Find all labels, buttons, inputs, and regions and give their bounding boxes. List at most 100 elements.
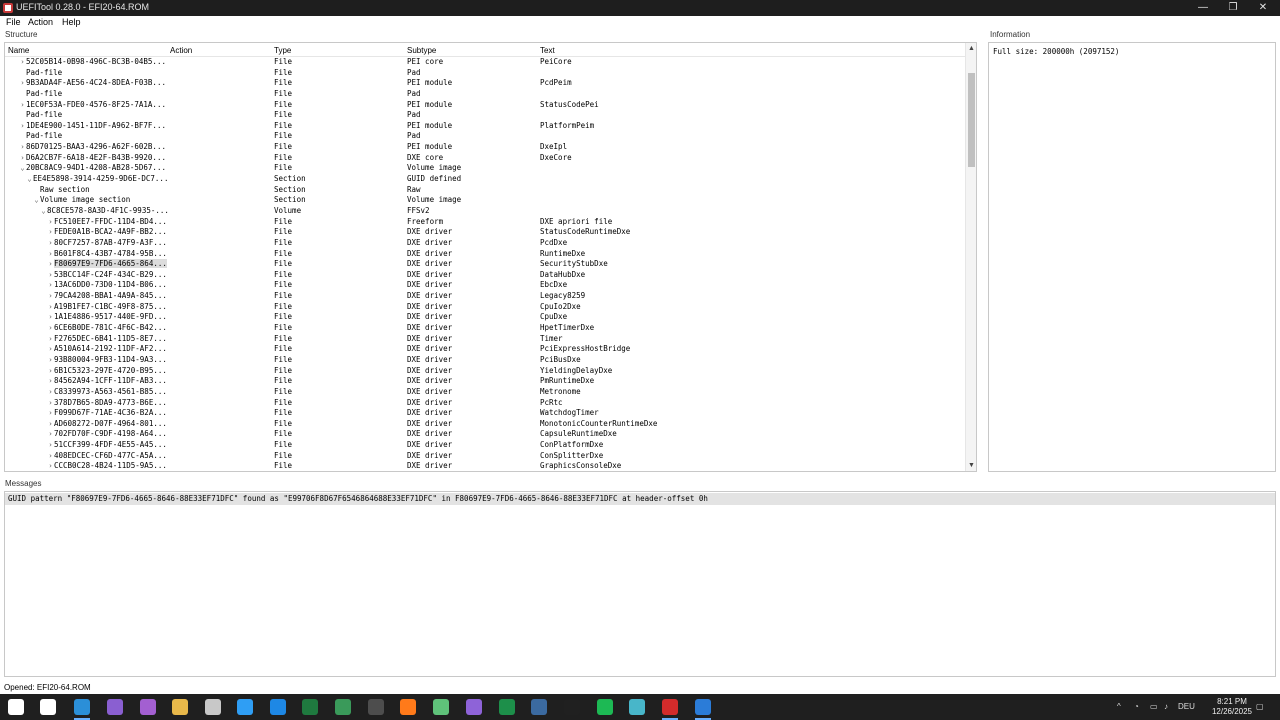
tree-row[interactable]: ›1A1E4886-9517-440E-9FD... File DXE driver… (5, 312, 967, 323)
minimize-button[interactable]: — (1188, 0, 1218, 16)
restore-button[interactable]: ❐ (1218, 0, 1248, 16)
collapsed-chevron-icon[interactable]: › (47, 408, 54, 419)
collapsed-chevron-icon[interactable]: › (47, 366, 54, 377)
tree-row[interactable]: ›378D7B65-8DA9-4773-B6E... File DXE driver… (5, 398, 967, 409)
menu-file[interactable]: File (6, 17, 21, 27)
file-explorer-icon[interactable] (172, 699, 188, 715)
collapsed-chevron-icon[interactable]: › (47, 334, 54, 345)
column-text[interactable]: Text (540, 46, 555, 55)
collapsed-chevron-icon[interactable]: › (47, 249, 54, 260)
column-name[interactable]: Name (8, 46, 29, 55)
collapsed-chevron-icon[interactable]: › (47, 344, 54, 355)
tree-row[interactable]: ›1DE4E900-1451-11DF-A962-BF7F... File PEI … (5, 121, 967, 132)
app-icon-2[interactable] (270, 699, 286, 715)
column-action[interactable]: Action (170, 46, 192, 55)
collapsed-chevron-icon[interactable]: › (47, 270, 54, 281)
collapsed-chevron-icon[interactable]: › (47, 355, 54, 366)
tree-row[interactable]: ›13AC6DD0-73D0-11D4-B06... File DXE driver… (5, 280, 967, 291)
collapsed-chevron-icon[interactable]: › (47, 429, 54, 440)
app-icon-10[interactable] (695, 699, 711, 715)
column-subtype[interactable]: Subtype (407, 46, 436, 55)
tree-row[interactable]: ›A19B1FE7-C1BC-49F8-875... File DXE driver… (5, 302, 967, 313)
tree-row[interactable]: ›F80697E9-7FD6-4665-864... File DXE driver… (5, 259, 967, 270)
tree-row[interactable]: ›6CE6B0DE-781C-4F6C-B42... File DXE driver… (5, 323, 967, 334)
app-icon-4[interactable] (368, 699, 384, 715)
collapsed-chevron-icon[interactable]: › (47, 323, 54, 334)
collapsed-chevron-icon[interactable]: › (47, 312, 54, 323)
menu-help[interactable]: Help (62, 17, 81, 27)
collapsed-chevron-icon[interactable]: › (47, 461, 54, 471)
messages-list[interactable]: GUID pattern "F80697E9-7FD6-4665-8646-88… (4, 491, 1276, 677)
information-panel[interactable]: Full size: 200000h (2097152) (988, 42, 1276, 472)
tree-row[interactable]: ⌄Volume image section Section Volume image (5, 195, 967, 206)
monitor-tray-icon[interactable]: ▭ (1150, 702, 1158, 711)
collapsed-chevron-icon[interactable]: › (47, 280, 54, 291)
tree-row[interactable]: Pad-file File Pad (5, 131, 967, 142)
collapsed-chevron-icon[interactable]: › (47, 227, 54, 238)
tree-row[interactable]: ›D6A2CB7F-6A18-4E2F-B43B-9920... File DXE … (5, 153, 967, 164)
tree-row[interactable]: ›F099D67F-71AE-4C36-B2A... File DXE driver… (5, 408, 967, 419)
collapsed-chevron-icon[interactable]: › (47, 451, 54, 462)
language-indicator[interactable]: DEU (1178, 702, 1195, 711)
collapsed-chevron-icon[interactable]: › (47, 217, 54, 228)
app-icon-8[interactable] (629, 699, 645, 715)
tree-row[interactable]: ›A510A614-2192-11DF-AF2... File DXE driver… (5, 344, 967, 355)
tree-row[interactable]: Raw section Section Raw (5, 185, 967, 196)
column-type[interactable]: Type (274, 46, 291, 55)
expanded-chevron-icon[interactable]: ⌄ (26, 174, 33, 185)
tree-row[interactable]: Pad-file File Pad (5, 68, 967, 79)
firefox-icon[interactable] (400, 699, 416, 715)
tree-row[interactable]: ›B601F8C4-43B7-4784-95B... File DXE driver… (5, 249, 967, 260)
notifications-icon[interactable]: ▢ (1256, 702, 1264, 711)
app-icon-6[interactable] (466, 699, 482, 715)
network-icon[interactable] (205, 699, 221, 715)
tree-row[interactable]: Pad-file File Pad (5, 89, 967, 100)
app-icon-1[interactable] (74, 699, 90, 715)
tree-row[interactable]: ›702FD70F-C9DF-4198-A64... File DXE driver… (5, 429, 967, 440)
tree-row[interactable]: ›9B3ADA4F-AE56-4C24-8DEA-F03B... File PEI … (5, 78, 967, 89)
tree-row[interactable]: ›AD608272-D07F-4964-801... File DXE driver… (5, 419, 967, 430)
collapsed-chevron-icon[interactable]: › (47, 387, 54, 398)
tree-row[interactable]: ›53BCC14F-C24F-434C-B29... File DXE driver… (5, 270, 967, 281)
tree-row[interactable]: ⌄20BC8AC9-94D1-4208-AB28-5D67... File Volu… (5, 163, 967, 174)
expanded-chevron-icon[interactable]: ⌄ (19, 163, 26, 174)
message-item[interactable]: GUID pattern "F80697E9-7FD6-4665-8646-88… (5, 493, 1275, 505)
scroll-down-icon[interactable]: ▼ (966, 460, 976, 471)
collapsed-chevron-icon[interactable]: › (47, 238, 54, 249)
tree-row[interactable]: ›FEDE0A1B-BCA2-4A9F-BB2... File DXE driver… (5, 227, 967, 238)
vscode-icon[interactable] (237, 699, 253, 715)
tree-row[interactable]: Pad-file File Pad (5, 110, 967, 121)
tree-row[interactable]: ⌄8C8CE578-8A3D-4F1C-9935-... Volume FFSv2 (5, 206, 967, 217)
tree-row[interactable]: ›FC510EE7-FFDC-11D4-BD4... File Freeform DX… (5, 217, 967, 228)
tree-row[interactable]: ›79CA4208-BBA1-4A9A-845... File DXE driver… (5, 291, 967, 302)
app-icon-9[interactable] (662, 699, 678, 715)
tray-chevron-icon[interactable]: ^ (1117, 702, 1121, 711)
visual-studio-preview-icon[interactable] (140, 699, 156, 715)
tree-row[interactable]: ›C8339973-A563-4561-B85... File DXE driver… (5, 387, 967, 398)
collapsed-chevron-icon[interactable]: › (19, 78, 26, 89)
close-button[interactable]: ✕ (1248, 0, 1278, 16)
app-icon-5[interactable] (433, 699, 449, 715)
app-icon-7[interactable] (531, 699, 547, 715)
tree-row[interactable]: ›51CCF399-4FDF-4E55-A45... File DXE driver… (5, 440, 967, 451)
collapsed-chevron-icon[interactable]: › (19, 142, 26, 153)
tree-row[interactable]: ›84562A94-1CFF-11DF-AB3... File DXE driver… (5, 376, 967, 387)
collapsed-chevron-icon[interactable]: › (19, 100, 26, 111)
visual-studio-icon[interactable] (107, 699, 123, 715)
collapsed-chevron-icon[interactable]: › (47, 259, 54, 270)
app-icon-3[interactable] (335, 699, 351, 715)
collapsed-chevron-icon[interactable]: › (47, 419, 54, 430)
collapsed-chevron-icon[interactable]: › (47, 291, 54, 302)
spotify-icon[interactable] (597, 699, 613, 715)
collapsed-chevron-icon[interactable]: › (47, 440, 54, 451)
tree-row[interactable]: ›CCCB0C28-4B24-11D5-9A5... File DXE driver… (5, 461, 967, 471)
tree-row[interactable]: ›86D70125-BAA3-4296-A62F-602B... File PEI … (5, 142, 967, 153)
tree-row[interactable]: ›52C05B14-0B98-496C-BC3B-04B5... File PEI … (5, 57, 967, 68)
tree-row[interactable]: ›80CF7257-87AB-47F9-A3F... File DXE driver… (5, 238, 967, 249)
tree-row[interactable]: ›408EDCEC-CF6D-477C-A5A... File DXE driver… (5, 451, 967, 462)
collapsed-chevron-icon[interactable]: › (19, 153, 26, 164)
tree-vertical-scrollbar[interactable]: ▲ ▼ (965, 43, 976, 471)
volume-tray-icon[interactable]: ♪ (1164, 702, 1168, 711)
tree-row[interactable]: ⌄EE4E5898-3914-4259-9D6E-DC7... Section GU… (5, 174, 967, 185)
collapsed-chevron-icon[interactable]: › (19, 121, 26, 132)
